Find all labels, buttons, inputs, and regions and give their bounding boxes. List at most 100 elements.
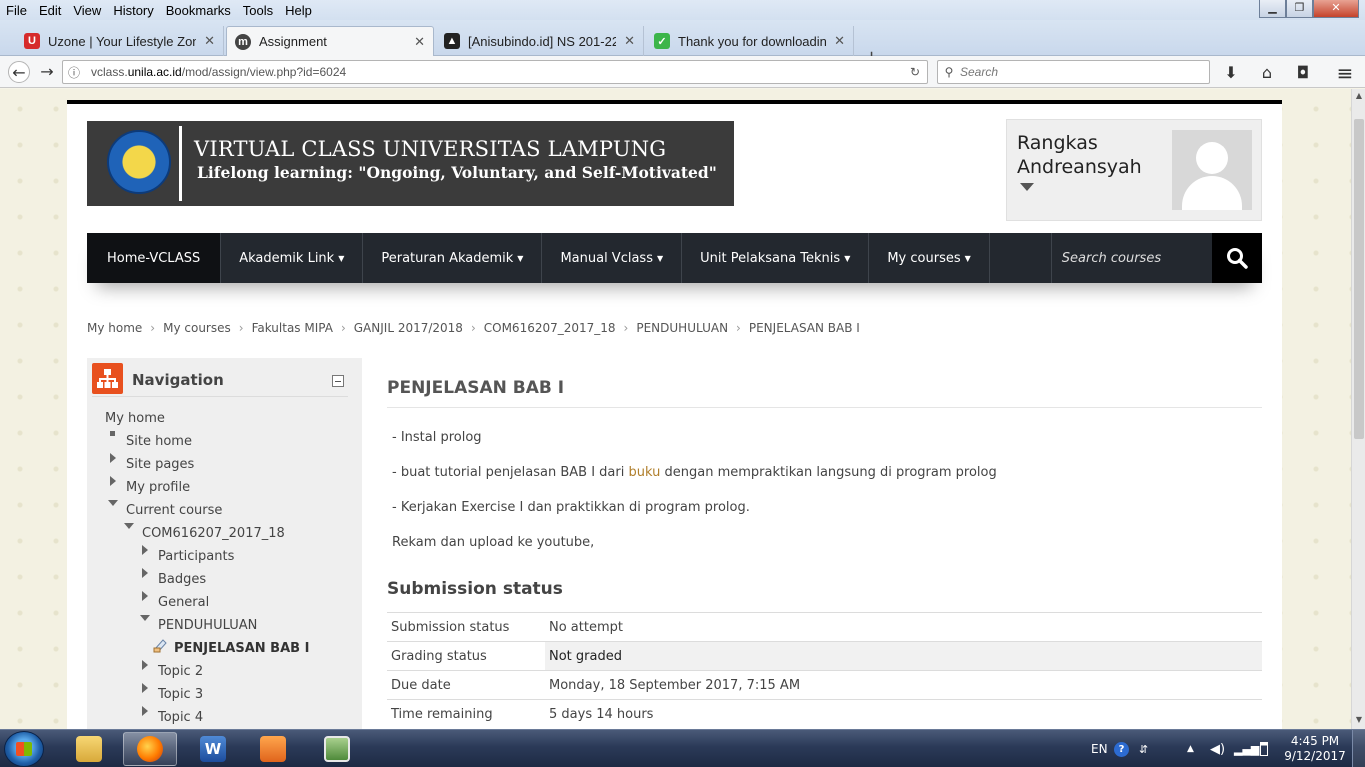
menu-file[interactable]: File [0, 3, 33, 18]
user-menu-caret-icon[interactable] [1020, 183, 1034, 191]
tab-thank-you[interactable]: ✓ Thank you for downloading ✕ [646, 26, 854, 56]
taskbar-firefox[interactable] [123, 732, 177, 766]
nav-penjelasan-bab-i[interactable]: PENJELASAN BAB I [174, 641, 309, 656]
course-search-input[interactable]: Search courses [1052, 233, 1212, 283]
expand-arrow-icon[interactable] [142, 683, 148, 693]
nav-unit-pelaksana-teknis[interactable]: Unit Pelaksana Teknis ▼ [682, 233, 870, 283]
menu-history[interactable]: History [107, 3, 159, 18]
menu-view[interactable]: View [67, 3, 107, 18]
nav-my-courses[interactable]: My courses ▼ [869, 233, 990, 283]
start-button[interactable] [4, 731, 44, 767]
minimize-button[interactable]: ▁ [1259, 0, 1286, 18]
nav-penduhuluan[interactable]: PENDUHULUAN [158, 618, 257, 633]
tab-close-icon[interactable]: ✕ [834, 33, 845, 49]
collapse-arrow-icon[interactable] [140, 615, 150, 621]
tab-title: Uzone | Your Lifestyle Zone [48, 33, 197, 49]
show-desktop-button[interactable] [1352, 730, 1365, 767]
nav-current-course[interactable]: Current course [126, 503, 222, 518]
tab-close-icon[interactable]: ✕ [414, 34, 425, 50]
expand-arrow-icon[interactable] [110, 453, 116, 463]
taskbar-media[interactable] [246, 732, 300, 766]
taskbar-explorer[interactable] [62, 732, 116, 766]
nav-home-vclass[interactable]: Home-VCLASS [87, 233, 222, 283]
expand-arrow-icon[interactable] [142, 706, 148, 716]
breadcrumb-current[interactable]: PENJELASAN BAB I [749, 321, 860, 335]
home-icon[interactable]: ⌂ [1257, 63, 1277, 83]
collapse-arrow-icon[interactable] [108, 500, 118, 506]
download-icon[interactable]: ⬇ [1221, 63, 1241, 83]
taskbar-word[interactable]: W [186, 732, 240, 766]
tab-bar: U Uzone | Your Lifestyle Zone ✕ m Assign… [0, 20, 1365, 68]
nav-course[interactable]: COM616207_2017_18 [142, 526, 285, 541]
collapse-arrow-icon[interactable] [124, 523, 134, 529]
breadcrumb-my-courses[interactable]: My courses [163, 321, 231, 335]
system-clock[interactable]: 4:45 PM 9/12/2017 [1282, 734, 1348, 764]
forward-button[interactable]: → [36, 61, 58, 83]
breadcrumb-fakultas[interactable]: Fakultas MIPA [252, 321, 333, 335]
scroll-up-arrow-icon[interactable]: ▲ [1352, 91, 1365, 100]
breadcrumb-my-home[interactable]: My home [87, 321, 142, 335]
nav-my-profile[interactable]: My profile [126, 480, 190, 495]
user-menu[interactable]: Rangkas Andreansyah [1006, 119, 1262, 221]
breadcrumb-course[interactable]: COM616207_2017_18 [484, 321, 616, 335]
battery-icon[interactable] [1260, 730, 1268, 767]
language-indicator[interactable]: EN [1091, 730, 1108, 767]
tab-assignment[interactable]: m Assignment ✕ [226, 26, 434, 56]
help-tray-icon[interactable]: ? [1114, 730, 1129, 767]
maximize-button[interactable]: ❐ [1286, 0, 1313, 18]
nav-topic-3[interactable]: Topic 3 [158, 687, 203, 702]
close-window-button[interactable]: ✕ [1313, 0, 1359, 18]
url-text[interactable]: vclass.unila.ac.id/mod/assign/view.php?i… [85, 65, 903, 79]
tab-close-icon[interactable]: ✕ [624, 33, 635, 49]
nav-topic-4[interactable]: Topic 4 [158, 710, 203, 725]
breadcrumb-semester[interactable]: GANJIL 2017/2018 [354, 321, 463, 335]
scrollbar-thumb[interactable] [1354, 119, 1364, 439]
browser-search-box[interactable]: ⚲ Search [937, 60, 1210, 84]
nav-my-home[interactable]: My home [105, 411, 165, 426]
menu-help[interactable]: Help [279, 3, 318, 18]
volume-icon[interactable]: ◀) [1210, 730, 1225, 767]
menu-tools[interactable]: Tools [237, 3, 279, 18]
page-scrollbar[interactable]: ▲ ▼ [1351, 89, 1365, 729]
breadcrumb-section[interactable]: PENDUHULUAN [636, 321, 728, 335]
reload-icon[interactable]: ↻ [903, 65, 927, 79]
tab-anisubindo[interactable]: ▲ [Anisubindo.id] NS 201-225 [ ✕ [436, 26, 644, 56]
pocket-icon[interactable]: ◘ [1293, 63, 1313, 83]
nav-akademik-link[interactable]: Akademik Link ▼ [221, 233, 364, 283]
nav-topic-2[interactable]: Topic 2 [158, 664, 203, 679]
buku-link[interactable]: buku [629, 465, 661, 480]
scroll-down-arrow-icon[interactable]: ▼ [1352, 715, 1365, 724]
back-button[interactable]: ← [8, 61, 30, 83]
site-info-icon[interactable]: ⓘ [63, 64, 85, 81]
expand-arrow-icon[interactable] [142, 591, 148, 601]
menu-edit[interactable]: Edit [33, 3, 67, 18]
site-banner[interactable]: VIRTUAL CLASS UNIVERSITAS LAMPUNG Lifelo… [87, 121, 734, 206]
tab-close-icon[interactable]: ✕ [204, 33, 215, 49]
nav-badges[interactable]: Badges [158, 572, 206, 587]
collapse-block-icon[interactable] [332, 375, 344, 387]
nav-manual-vclass[interactable]: Manual Vclass ▼ [542, 233, 683, 283]
address-bar[interactable]: ⓘ vclass.unila.ac.id/mod/assign/view.php… [62, 60, 928, 84]
windows-logo-icon [16, 742, 32, 756]
nav-participants[interactable]: Participants [158, 549, 234, 564]
expand-arrow-icon[interactable] [142, 568, 148, 578]
expand-arrow-icon[interactable] [142, 660, 148, 670]
avatar[interactable] [1172, 130, 1252, 210]
nav-site-home[interactable]: Site home [126, 434, 192, 449]
taskbar-photos[interactable] [310, 732, 364, 766]
expand-arrow-icon[interactable] [110, 476, 116, 486]
network-signal-icon[interactable]: ▂▄▆ [1234, 730, 1259, 767]
menu-bookmarks[interactable]: Bookmarks [160, 3, 237, 18]
user-name[interactable]: Rangkas Andreansyah [1017, 131, 1167, 179]
nav-peraturan-akademik[interactable]: Peraturan Akademik ▼ [363, 233, 543, 283]
hamburger-menu-icon[interactable]: ≡ [1335, 63, 1355, 83]
search-placeholder: Search [960, 65, 999, 79]
nav-general[interactable]: General [158, 595, 209, 610]
nav-site-pages[interactable]: Site pages [126, 457, 194, 472]
show-hidden-icons[interactable]: ▲ [1187, 730, 1194, 767]
course-search-button[interactable] [1212, 233, 1262, 283]
row-value: No attempt [545, 612, 1262, 642]
ime-tray-icon[interactable]: ⇵ [1139, 730, 1148, 767]
tab-uzone[interactable]: U Uzone | Your Lifestyle Zone ✕ [16, 26, 224, 56]
expand-arrow-icon[interactable] [142, 545, 148, 555]
